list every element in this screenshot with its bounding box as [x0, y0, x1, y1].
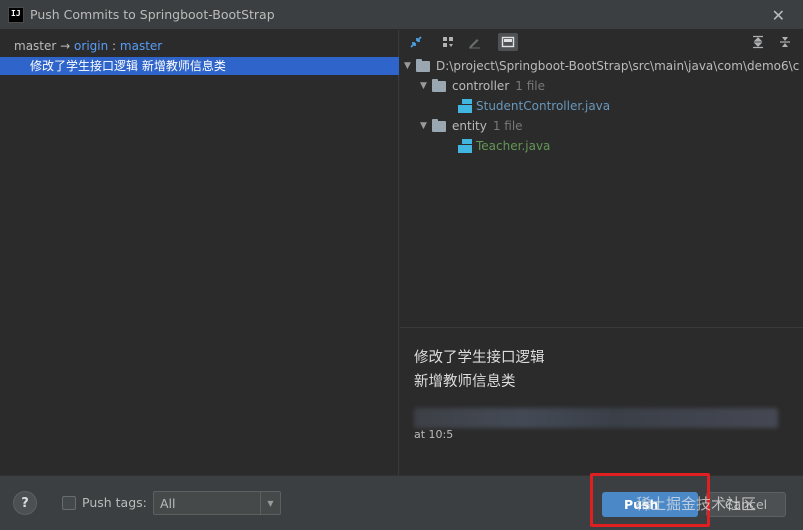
target-branch[interactable]: master [120, 39, 162, 53]
java-class-icon [458, 139, 472, 153]
java-class-icon [458, 99, 472, 113]
redacted-author [414, 408, 778, 428]
commit-details: 修改了学生接口逻辑 新增教师信息类 at 10:5 [400, 327, 803, 475]
window-title: Push Commits to Springboot-BootStrap [30, 7, 275, 22]
commit-row-selected[interactable]: 修改了学生接口逻辑 新增教师信息类 [0, 57, 399, 75]
file-row[interactable]: StudentController.java [458, 97, 610, 115]
file-name: StudentController.java [476, 99, 611, 113]
node-label: controller [452, 79, 510, 93]
commit-timestamp: at 10:5 [414, 428, 454, 441]
expand-all-icon[interactable] [750, 34, 766, 50]
push-tags-select[interactable]: All ▼ [153, 491, 281, 515]
push-tags-checkbox[interactable] [62, 496, 76, 510]
intellij-logo-icon: IJ [8, 6, 24, 23]
remote-name[interactable]: origin [74, 39, 108, 53]
file-count: 1 file [515, 79, 545, 93]
collapse-all-icon[interactable] [777, 34, 793, 50]
chevron-down-icon[interactable]: ▼ [404, 57, 416, 75]
details-line-1: 修改了学生接口逻辑 [414, 350, 545, 366]
close-icon[interactable]: ✕ [772, 6, 785, 25]
branch-separator: : [112, 39, 117, 53]
file-count: 1 file [492, 119, 523, 133]
changes-panel: ▼ D:\project\Springboot-BootStrap\src\ma… [400, 30, 803, 475]
file-row[interactable]: Teacher.java [458, 137, 550, 155]
chevron-down-icon[interactable]: ▼ [420, 77, 432, 95]
file-name: Teacher.java [476, 139, 551, 153]
local-branch: master [14, 39, 57, 53]
help-button[interactable]: ? [13, 491, 37, 515]
preview-diff-icon[interactable] [498, 33, 518, 51]
tree-node-controller[interactable]: ▼ controller 1 file [420, 77, 545, 95]
folder-icon [432, 78, 446, 92]
changes-tree: ▼ D:\project\Springboot-BootStrap\src\ma… [400, 57, 803, 347]
branch-row[interactable]: master → origin : master [14, 39, 162, 53]
tree-node-entity[interactable]: ▼ entity 1 file [420, 117, 523, 135]
tree-root[interactable]: ▼ D:\project\Springboot-BootStrap\src\ma… [404, 57, 799, 75]
branch-arrow-icon: → [60, 39, 71, 53]
group-by-icon[interactable] [440, 34, 456, 50]
edit-icon[interactable] [466, 34, 482, 50]
chevron-down-icon[interactable]: ▼ [420, 117, 432, 135]
node-label: entity [452, 119, 487, 133]
dialog-footer: ? Push tags: All ▼ Push Cancel 稀土掘金技术社区 [0, 473, 803, 530]
commit-message: 修改了学生接口逻辑 新增教师信息类 [30, 59, 226, 73]
collapse-arrows-icon[interactable] [408, 34, 424, 50]
folder-icon [416, 58, 430, 72]
push-tags-value: All [160, 496, 176, 511]
details-line-2: 新增教师信息类 [414, 374, 516, 390]
changes-toolbar [400, 30, 803, 54]
root-path-label: D:\project\Springboot-BootStrap\src\main… [436, 59, 800, 73]
title-bar: IJ Push Commits to Springboot-BootStrap … [0, 0, 803, 30]
watermark: 稀土掘金技术社区 [636, 495, 757, 513]
push-tags-label: Push tags: [82, 495, 147, 510]
commits-panel: master → origin : master 修改了学生接口逻辑 新增教师信… [0, 30, 399, 475]
folder-icon [432, 118, 446, 132]
chevron-down-icon[interactable]: ▼ [260, 492, 280, 514]
